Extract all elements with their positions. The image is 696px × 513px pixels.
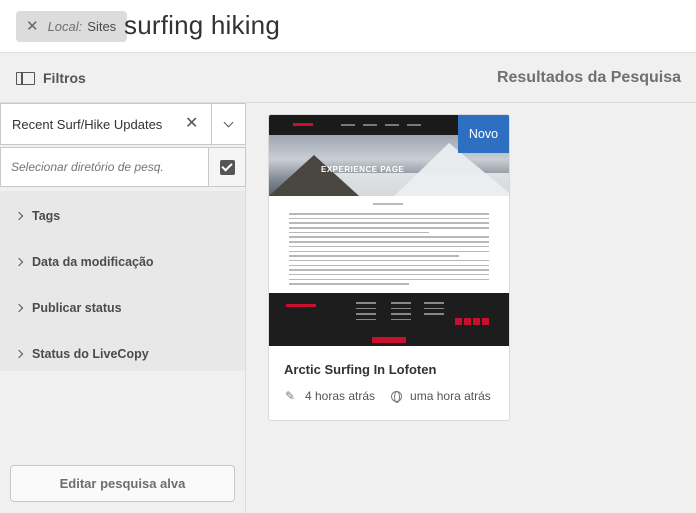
facet-list: Tags Data da modificação Publicar status… bbox=[0, 191, 245, 371]
check-icon bbox=[219, 159, 235, 175]
filter-rail: Recent Surf/Hike Updates ✕ Selecionar di… bbox=[0, 103, 246, 513]
saved-search-field[interactable]: Recent Surf/Hike Updates bbox=[0, 103, 212, 145]
rail-title: Filtros bbox=[43, 70, 86, 86]
header-row: Filtros Resultados da Pesquisa bbox=[0, 53, 696, 103]
chevron-right-icon bbox=[14, 303, 24, 313]
tag-value: Sites bbox=[87, 19, 117, 34]
omnisearch-bar: ✕ Local: Sites surfing hiking bbox=[0, 0, 696, 53]
tag-scope: Local: bbox=[47, 19, 83, 34]
saved-search-dropdown-button[interactable] bbox=[211, 103, 246, 145]
card-meta: ✎ 4 horas atrás uma hora atrás bbox=[284, 389, 507, 403]
chevron-right-icon bbox=[14, 257, 24, 267]
saved-search-select: Recent Surf/Hike Updates ✕ bbox=[0, 103, 246, 145]
new-badge: Novo bbox=[458, 115, 509, 153]
chevron-right-icon bbox=[14, 211, 24, 221]
path-input[interactable]: Selecionar diretório de pesq. bbox=[0, 147, 209, 187]
path-picker: Selecionar diretório de pesq. bbox=[0, 147, 246, 187]
facet-tags[interactable]: Tags bbox=[0, 193, 245, 239]
facet-label: Status do LiveCopy bbox=[32, 347, 149, 361]
search-input[interactable]: surfing hiking bbox=[124, 10, 280, 41]
results-title: Resultados da Pesquisa bbox=[496, 69, 681, 86]
location-tag[interactable]: ✕ Local: Sites bbox=[16, 11, 128, 42]
published-time: uma hora atrás bbox=[410, 389, 491, 403]
card-title[interactable]: Arctic Surfing In Lofoten bbox=[284, 362, 436, 377]
facet-livecopy-status[interactable]: Status do LiveCopy bbox=[0, 331, 245, 377]
thumbnail-footer bbox=[269, 293, 509, 346]
facet-label: Data da modificação bbox=[32, 255, 154, 269]
modified-time: 4 horas atrás bbox=[305, 389, 376, 403]
chevron-down-icon bbox=[223, 117, 234, 127]
edit-saved-search-button[interactable]: Editar pesquisa alva bbox=[10, 465, 235, 502]
globe-icon bbox=[391, 390, 403, 403]
facet-publish-status[interactable]: Publicar status bbox=[0, 285, 245, 331]
clear-icon[interactable]: ✕ bbox=[185, 114, 198, 134]
facet-modified-date[interactable]: Data da modificação bbox=[0, 239, 245, 285]
remove-tag-icon[interactable]: ✕ bbox=[26, 19, 39, 34]
rail-toggle-icon[interactable] bbox=[16, 72, 35, 85]
pencil-icon: ✎ bbox=[284, 389, 296, 403]
thumbnail-heading: EXPERIENCE PAGE bbox=[321, 165, 405, 174]
chevron-right-icon bbox=[14, 349, 24, 359]
facet-label: Publicar status bbox=[32, 301, 122, 315]
facet-label: Tags bbox=[32, 209, 61, 223]
thumbnail-body-text bbox=[289, 213, 489, 291]
result-card[interactable]: EXPERIENCE PAGE Novo Arctic Surfing In L… bbox=[268, 114, 510, 421]
path-browse-button[interactable] bbox=[208, 147, 246, 187]
